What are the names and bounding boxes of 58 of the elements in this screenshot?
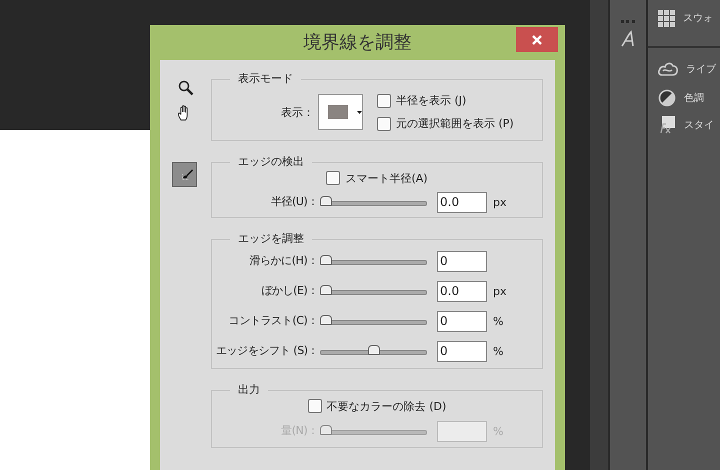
- slider-label: エッジをシフト (S)：: [216, 343, 318, 359]
- slider-track[interactable]: [320, 285, 427, 297]
- panel-item[interactable]: ライブ: [648, 46, 720, 84]
- fx-icon: [658, 116, 676, 134]
- value-field[interactable]: 0: [437, 250, 487, 272]
- view-dropdown[interactable]: [318, 94, 363, 130]
- slider-track[interactable]: [320, 255, 427, 267]
- unit-label: %: [493, 344, 504, 358]
- zoom-icon[interactable]: [178, 80, 194, 96]
- checkbox[interactable]: [377, 116, 391, 130]
- panel-item[interactable]: スタイ: [648, 111, 720, 138]
- slider-thumb[interactable]: [320, 315, 332, 325]
- slider-label: コントラスト(C)：: [228, 313, 318, 329]
- display-label: 表示：: [280, 104, 315, 120]
- group-title: 表示モード: [237, 72, 294, 86]
- refine-radius-tool-button[interactable]: [172, 162, 197, 187]
- unit-label: %: [493, 314, 504, 328]
- checkbox-label: 元の選択範囲を表示 (P): [396, 116, 514, 131]
- close-icon: [531, 34, 543, 46]
- character-icon[interactable]: [619, 30, 637, 48]
- value-field[interactable]: 0.0: [437, 192, 487, 212]
- slider-thumb[interactable]: [320, 285, 332, 295]
- window-title: 境界線を調整: [304, 31, 412, 55]
- group-title: 出力: [237, 383, 261, 397]
- value-field[interactable]: 0: [437, 310, 487, 332]
- close-button[interactable]: [516, 27, 558, 52]
- slider-track[interactable]: [320, 196, 427, 208]
- grid-icon: [658, 10, 675, 26]
- unit-label: px: [493, 196, 506, 208]
- checkbox[interactable]: [326, 171, 340, 185]
- panel-item-label: スタイ: [684, 118, 714, 132]
- checkbox-label: スマート半径(A): [345, 170, 428, 186]
- checkbox-label: 半径を表示 (J): [396, 93, 466, 108]
- value-field[interactable]: 0.0: [437, 280, 487, 302]
- group-title: エッジを調整: [237, 232, 305, 246]
- group-title: エッジの検出: [237, 155, 305, 169]
- checkbox-label: 不要なカラーの除去 (D): [326, 398, 446, 414]
- unit-label: %: [493, 424, 504, 438]
- slider-track[interactable]: [320, 345, 427, 357]
- unit-label: px: [493, 284, 506, 298]
- value-field[interactable]: 0: [437, 340, 487, 362]
- slider-thumb[interactable]: [320, 196, 332, 206]
- cloud-icon: [658, 62, 678, 76]
- slider-track[interactable]: [320, 315, 427, 327]
- checkbox[interactable]: [377, 94, 391, 108]
- panel-item[interactable]: スウォ: [648, 6, 720, 30]
- slider-thumb[interactable]: [368, 345, 380, 355]
- slider-label: 滑らかに(H)：: [248, 253, 318, 269]
- slider-label: ぼかし(E)：: [260, 283, 318, 299]
- panel-item-label: 色調: [684, 92, 704, 104]
- caret-icon: [357, 110, 362, 114]
- half-circle-icon: [658, 88, 676, 106]
- panel-item-label: スウォ: [683, 12, 713, 25]
- panel-item[interactable]: 色調: [648, 84, 720, 111]
- panel-item-label: ライブ: [686, 62, 716, 76]
- slider-thumb[interactable]: [320, 255, 332, 265]
- slider-label: 半径(U)：: [270, 194, 318, 210]
- checkbox[interactable]: [308, 399, 322, 413]
